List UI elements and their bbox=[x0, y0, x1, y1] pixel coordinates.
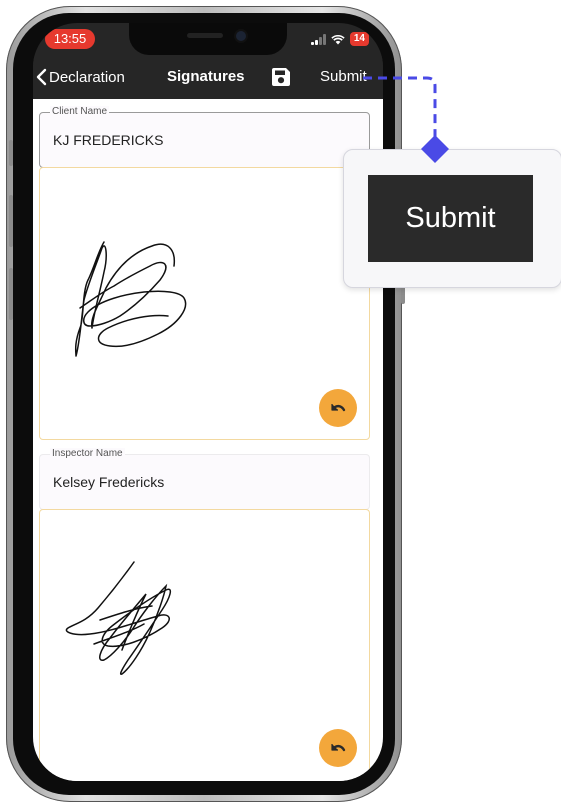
callout-diamond-icon bbox=[421, 135, 449, 163]
